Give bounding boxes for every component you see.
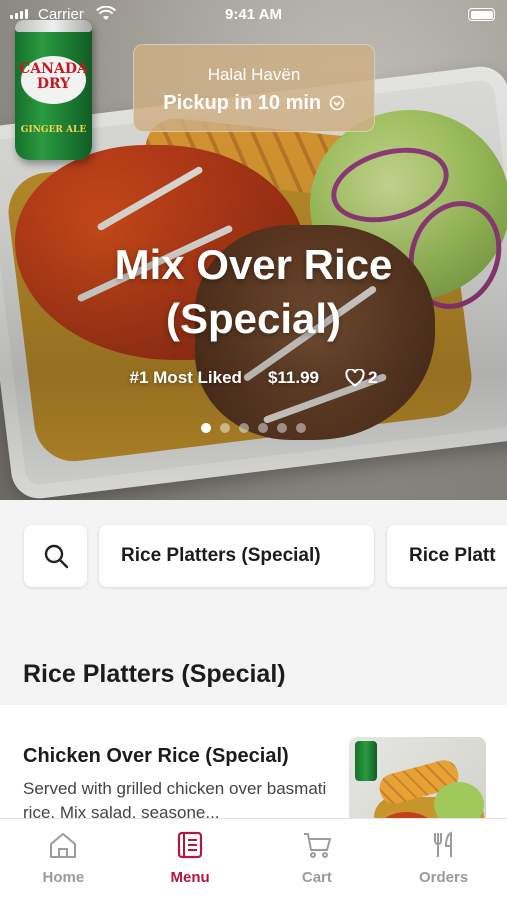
home-icon: [50, 833, 77, 858]
restaurant-name: Halal Havën: [207, 65, 301, 84]
tab-orders-label: Orders: [419, 869, 469, 886]
carousel-dot[interactable]: [277, 423, 287, 433]
bottom-tab-bar: Home Menu Cart Orders: [0, 818, 507, 900]
tab-cart-label: Cart: [301, 869, 332, 886]
carousel-dot[interactable]: [201, 423, 211, 433]
orders-icon: [433, 831, 452, 857]
tab-cart[interactable]: Cart: [254, 819, 381, 900]
status-bar: Carrier 9:41 AM: [0, 0, 507, 30]
search-icon: [44, 544, 68, 569]
hero-banner[interactable]: CANADA DRY GINGER ALE Carrier 9:41 AM Ha…: [0, 0, 507, 500]
section-title: Rice Platters (Special): [23, 660, 286, 688]
clock: 9:41 AM: [225, 6, 282, 23]
category-chip-rice-platters-special[interactable]: Rice Platters (Special): [99, 525, 374, 587]
cart-icon: [303, 833, 331, 858]
like-button[interactable]: 2: [345, 368, 377, 388]
menu-item-name: Chicken Over Rice (Special): [23, 745, 289, 767]
tab-menu-label: Menu: [170, 869, 210, 886]
carousel-dot[interactable]: [239, 423, 249, 433]
pickup-time-label: Pickup in 10 min: [163, 92, 322, 114]
heart-icon: [345, 369, 365, 387]
dish-price: $11.99: [267, 368, 319, 387]
like-count: 2: [368, 368, 378, 387]
carousel-dot[interactable]: [220, 423, 230, 433]
carousel-pagination[interactable]: [0, 423, 507, 433]
tab-home[interactable]: Home: [0, 819, 127, 900]
menu-icon: [178, 831, 203, 859]
can-sub-text: GINGER ALE: [20, 125, 87, 135]
ginger-ale-can-image: CANADA DRY GINGER ALE: [15, 20, 92, 160]
can-brand-text: CANADA DRY: [19, 61, 88, 92]
most-liked-badge: #1 Most Liked: [129, 368, 242, 387]
restaurant-pickup-card[interactable]: Halal Havën Pickup in 10 min: [133, 44, 375, 132]
featured-dish-meta: #1 Most Liked $11.99 2: [0, 368, 507, 388]
carousel-dot[interactable]: [296, 423, 306, 433]
carousel-dot[interactable]: [258, 423, 268, 433]
category-bar: Rice Platters (Special) Rice Platt: [0, 500, 507, 615]
tab-menu[interactable]: Menu: [127, 819, 254, 900]
tab-home-label: Home: [42, 869, 85, 886]
tab-orders[interactable]: Orders: [380, 819, 507, 900]
battery-icon: [468, 8, 495, 21]
pickup-time-selector[interactable]: Pickup in 10 min: [134, 92, 374, 115]
featured-dish-title: Mix Over Rice (Special): [114, 241, 393, 342]
search-button[interactable]: [24, 525, 87, 587]
category-chip-rice-platters[interactable]: Rice Platt: [387, 525, 507, 587]
chevron-down-icon: [329, 95, 344, 111]
